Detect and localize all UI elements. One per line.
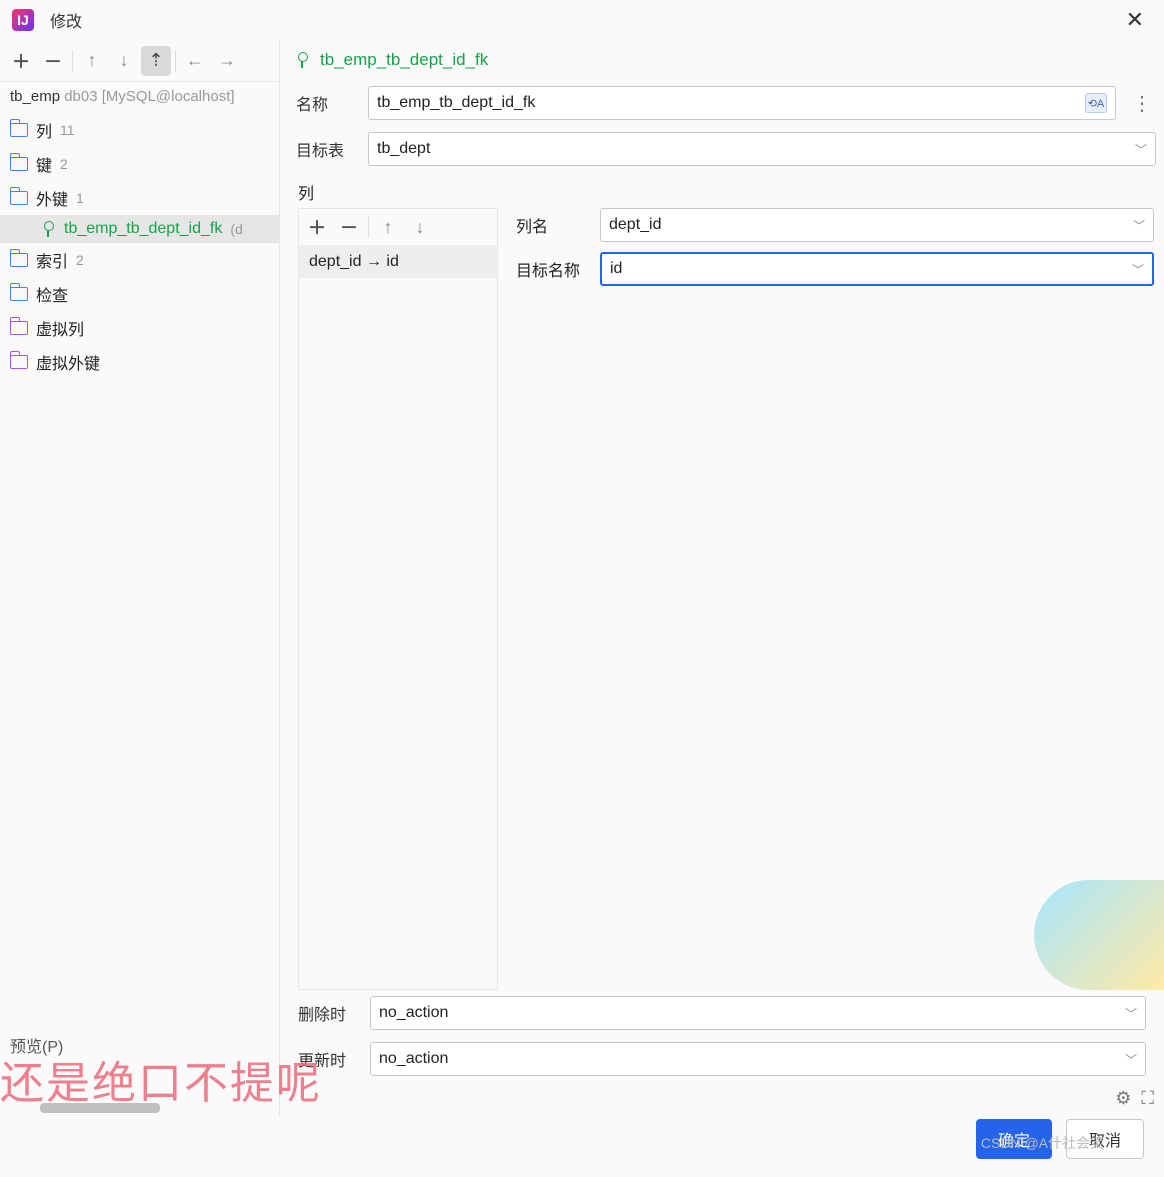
target-table-dropdown[interactable]: tb_dept ﹀ [368,132,1156,166]
key-icon [294,52,310,68]
folder-icon [10,123,28,137]
translate-icon[interactable]: ⟲A [1085,93,1107,113]
watermark-csdn: CSDN @A什社会笑 [981,1133,1104,1153]
add-col-button[interactable]: ＋ [302,212,332,242]
on-delete-label: 删除时 [298,1001,358,1025]
col-name-dropdown[interactable]: dept_id ﹀ [600,208,1154,242]
tree-fk-item[interactable]: tb_emp_tb_dept_id_fk(d [0,215,279,243]
separator [368,216,369,238]
on-delete-dropdown[interactable]: no_action ﹀ [370,996,1146,1030]
expand-icon[interactable]: ⛶ [1141,1088,1154,1109]
breadcrumb-conn: db03 [MySQL@localhost] [64,88,234,105]
chevron-down-icon: ﹀ [1125,1005,1137,1022]
folder-icon [10,287,28,301]
chevron-down-icon: ﹀ [1135,141,1147,158]
more-icon[interactable]: ⋮ [1128,91,1156,116]
tree-indexes[interactable]: 索引2 [0,243,279,277]
right-panel: tb_emp_tb_dept_id_fk 名称 tb_emp_tb_dept_i… [280,40,1164,1117]
name-input[interactable]: tb_emp_tb_dept_id_fk ⟲A [368,86,1116,120]
remove-button[interactable]: － [38,46,68,76]
add-button[interactable]: ＋ [6,46,36,76]
tree-keys[interactable]: 键2 [0,147,279,181]
folder-icon [10,191,28,205]
folder-icon [10,355,28,369]
cols-toolbar: ＋ － ↑ ↓ [299,209,497,246]
app-icon: IJ [12,9,34,31]
folder-icon [10,253,28,267]
target-table-label: 目标表 [296,137,356,161]
left-panel: ＋ － ↑ ↓ ⇡ ← → tb_emp db03 [MySQL@localho… [0,40,280,1117]
key-icon [40,221,56,237]
decorative-bubble [1034,880,1164,990]
move-top-button[interactable]: ⇡ [141,46,171,76]
close-icon[interactable]: ✕ [1118,7,1152,33]
folder-icon [10,321,28,335]
back-button[interactable]: ← [180,46,210,76]
target-name-label: 目标名称 [516,257,586,281]
window-title: 修改 [50,8,82,32]
chevron-down-icon: ﹀ [1132,261,1144,278]
cols-list: ＋ － ↑ ↓ dept_id → id [298,208,498,990]
left-toolbar: ＋ － ↑ ↓ ⇡ ← → [0,40,279,82]
chevron-down-icon: ﹀ [1133,217,1145,234]
tree-virtual-fk[interactable]: 虚拟外键 [0,345,279,379]
object-header: tb_emp_tb_dept_id_fk [288,46,1164,80]
move-up-button[interactable]: ↑ [77,46,107,76]
tree-foreign-keys[interactable]: 外键1 [0,181,279,215]
col-up-button[interactable]: ↑ [373,212,403,242]
separator [175,50,176,72]
on-update-dropdown[interactable]: no_action ﹀ [370,1042,1146,1076]
col-mapping-item[interactable]: dept_id → id [299,246,497,278]
name-label: 名称 [296,91,356,115]
move-down-button[interactable]: ↓ [109,46,139,76]
breadcrumb-table: tb_emp [10,88,60,105]
folder-icon [10,157,28,171]
separator [72,50,73,72]
object-title: tb_emp_tb_dept_id_fk [320,50,488,70]
cols-section-label: 列 [288,172,1164,206]
tree-virtual-cols[interactable]: 虚拟列 [0,311,279,345]
tree-columns[interactable]: 列11 [0,113,279,147]
object-tree: 列11 键2 外键1 tb_emp_tb_dept_id_fk(d 索引2 检查… [0,111,279,1099]
titlebar: IJ 修改 ✕ [0,0,1164,40]
tree-checks[interactable]: 检查 [0,277,279,311]
chevron-down-icon: ﹀ [1125,1051,1137,1068]
watermark-text: 还是绝口不提呢 [0,1047,322,1111]
breadcrumb: tb_emp db03 [MySQL@localhost] [0,82,279,111]
col-down-button[interactable]: ↓ [405,212,435,242]
fk-name: tb_emp_tb_dept_id_fk [64,220,222,238]
target-name-dropdown[interactable]: id ﹀ [600,252,1154,286]
gear-icon[interactable]: ⚙ [1115,1088,1131,1109]
forward-button[interactable]: → [212,46,242,76]
remove-col-button[interactable]: － [334,212,364,242]
col-name-label: 列名 [516,213,586,237]
